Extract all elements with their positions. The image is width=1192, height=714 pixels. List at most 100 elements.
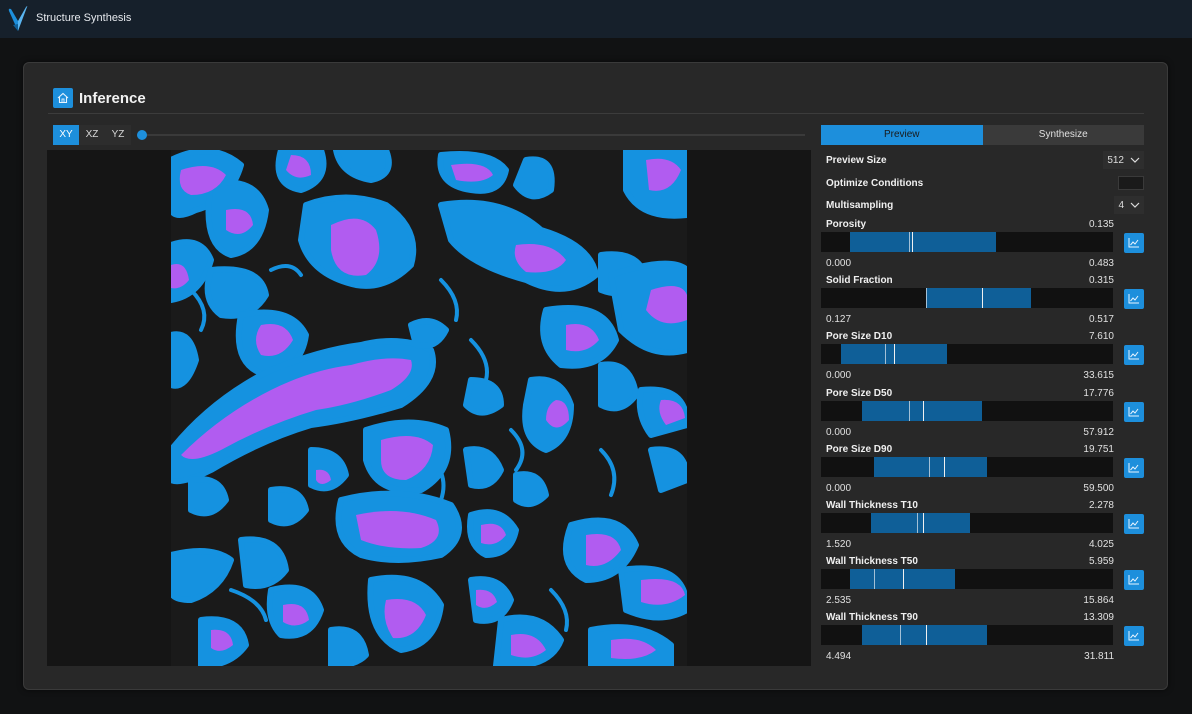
multisampling-label: Multisampling (826, 199, 894, 211)
plot-distribution-button[interactable] (1124, 233, 1144, 253)
plot-distribution-button[interactable] (1124, 401, 1144, 422)
property-max: 57.912 (1083, 426, 1114, 438)
property-min: 0.000 (826, 426, 852, 438)
property-row: Porosity 0.135 0.000 0.483 (821, 219, 1144, 271)
histogram-icon (1128, 519, 1139, 529)
property-value-marker (923, 400, 925, 421)
property-row: Pore Size D10 7.610 0.000 33.615 (821, 331, 1144, 383)
preview-size-label: Preview Size (826, 154, 887, 166)
histogram-icon (1128, 462, 1139, 473)
property-range-slider[interactable] (821, 569, 1113, 590)
plot-distribution-button[interactable] (1124, 457, 1144, 478)
home-icon (57, 92, 69, 104)
plot-distribution-button[interactable] (1124, 570, 1144, 591)
slice-slider[interactable] (137, 129, 805, 141)
preview-size-row: Preview Size 512 (826, 151, 1144, 169)
property-max: 59.500 (1083, 482, 1114, 494)
butterfly-logo (8, 6, 28, 31)
chevron-down-icon (1130, 202, 1140, 208)
property-name: Pore Size D10 (826, 331, 893, 343)
chevron-down-icon (1130, 157, 1140, 163)
property-min: 0.000 (826, 370, 852, 382)
property-max: 31.811 (1084, 651, 1114, 663)
property-name: Wall Thickness T50 (826, 556, 918, 568)
optimize-conditions-row: Optimize Conditions (826, 174, 1144, 192)
property-range-marker (929, 456, 931, 477)
preview-size-value: 512 (1107, 154, 1124, 166)
property-value: 7.610 (1088, 331, 1114, 343)
property-range-fill[interactable] (850, 232, 997, 252)
property-value: 5.959 (1088, 556, 1114, 568)
property-row: Pore Size D90 19.751 0.000 59.500 (821, 443, 1144, 496)
property-max: 33.615 (1083, 370, 1114, 382)
property-range-fill[interactable] (926, 288, 1032, 309)
property-row: Solid Fraction 0.315 0.127 0.517 (821, 275, 1144, 327)
slice-track (137, 134, 805, 136)
property-range-fill[interactable] (870, 513, 970, 533)
tab-xz[interactable]: XZ (79, 125, 105, 145)
top-bar: Structure Synthesis (0, 0, 1192, 38)
property-row: Wall Thickness T50 5.959 2.535 15.864 (821, 556, 1144, 608)
property-range-slider[interactable] (821, 288, 1113, 309)
preview-size-select[interactable]: 512 (1103, 151, 1144, 169)
property-name: Pore Size D50 (826, 387, 893, 399)
property-range-slider[interactable] (821, 513, 1113, 533)
plot-distribution-button[interactable] (1124, 345, 1144, 366)
optimize-conditions-toggle[interactable] (1118, 176, 1144, 190)
structure-viewer[interactable] (47, 150, 811, 666)
property-min: 0.000 (826, 258, 852, 269)
property-value-marker (923, 513, 925, 533)
home-button[interactable] (53, 88, 73, 108)
property-name: Pore Size D90 (826, 443, 893, 455)
plot-distribution-button[interactable] (1124, 289, 1144, 310)
tab-xy[interactable]: XY (53, 125, 79, 145)
property-value: 17.776 (1083, 387, 1114, 399)
property-range-slider[interactable] (821, 625, 1113, 646)
property-value: 0.135 (1088, 219, 1114, 230)
tab-yz[interactable]: YZ (105, 125, 131, 145)
property-range-marker (908, 400, 910, 421)
property-range-slider[interactable] (821, 232, 1113, 252)
property-max: 0.483 (1088, 258, 1114, 269)
page-title: Inference (79, 89, 146, 107)
multisampling-select[interactable]: 4 (1114, 196, 1144, 214)
inference-card: Inference XY XZ YZ Preview Synthesize Pr… (23, 62, 1168, 690)
card-header: Inference (53, 87, 146, 109)
app-title: Structure Synthesis (36, 12, 132, 24)
property-min: 0.000 (826, 482, 852, 494)
property-range-slider[interactable] (821, 456, 1113, 477)
property-range-fill[interactable] (861, 400, 982, 421)
property-row: Wall Thickness T10 2.278 1.520 4.025 (821, 500, 1144, 552)
property-name: Wall Thickness T10 (826, 500, 918, 511)
tab-synthesize[interactable]: Synthesize (982, 125, 1144, 145)
property-max: 0.517 (1088, 314, 1114, 326)
property-value-marker (926, 625, 928, 646)
property-value-marker (943, 456, 945, 477)
property-range-fill[interactable] (861, 625, 988, 646)
property-min: 2.535 (826, 595, 852, 607)
plot-distribution-button[interactable] (1124, 514, 1144, 534)
tab-preview[interactable]: Preview (821, 125, 983, 145)
property-range-marker (873, 569, 875, 590)
property-range-fill[interactable] (873, 456, 988, 477)
property-min: 4.494 (826, 651, 852, 663)
property-min: 0.127 (826, 314, 852, 326)
property-range-marker (899, 625, 901, 646)
property-row: Wall Thickness T90 13.309 4.494 31.811 (821, 612, 1144, 664)
property-range-marker (926, 288, 928, 309)
view-tabs: XY XZ YZ (53, 125, 131, 145)
histogram-icon (1128, 294, 1139, 304)
property-range-slider[interactable] (821, 400, 1113, 421)
property-value: 13.309 (1083, 612, 1114, 624)
property-row: Pore Size D50 17.776 0.000 57.912 (821, 387, 1144, 440)
histogram-icon (1128, 238, 1139, 248)
header-divider (48, 113, 1144, 114)
plot-distribution-button[interactable] (1124, 626, 1144, 647)
property-value: 0.315 (1088, 275, 1114, 287)
property-range-marker (917, 513, 919, 533)
histogram-icon (1128, 406, 1139, 417)
slice-thumb[interactable] (137, 130, 147, 140)
histogram-icon (1128, 350, 1139, 360)
histogram-icon (1128, 631, 1139, 641)
property-range-slider[interactable] (821, 344, 1113, 365)
